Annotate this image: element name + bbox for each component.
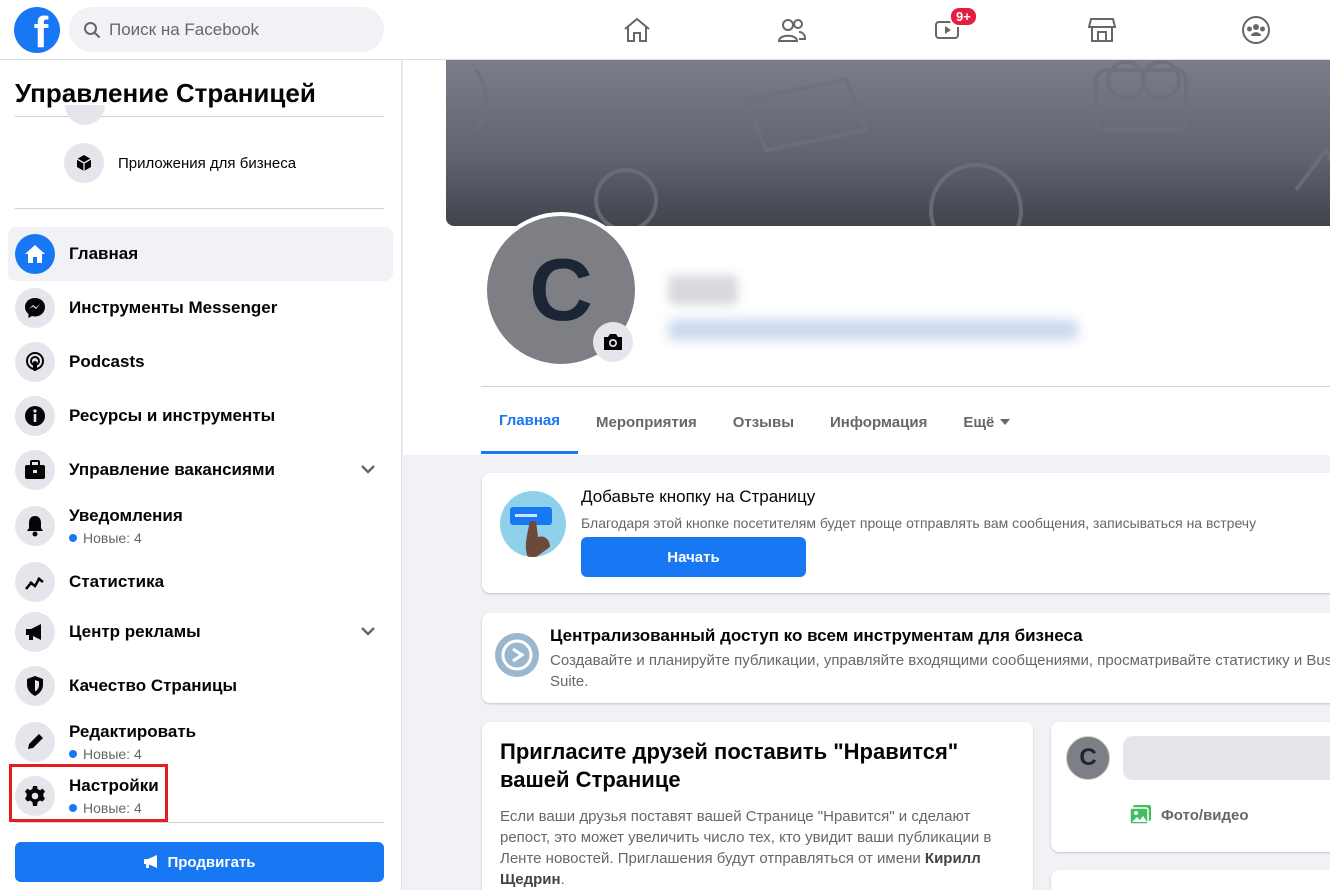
sidebar-item-messenger[interactable]: Инструменты Messenger <box>8 281 393 335</box>
search-icon <box>84 21 100 38</box>
cover-pattern <box>474 60 1330 257</box>
watch-icon[interactable]: 9+ <box>927 6 978 50</box>
post-input[interactable] <box>1123 736 1330 780</box>
groups-icon[interactable] <box>1236 10 1276 50</box>
page-name-blurred <box>668 275 738 305</box>
friends-icon[interactable] <box>772 10 812 50</box>
page-tabs: Главная Мероприятия Отзывы Информация Ещ… <box>481 390 1028 454</box>
chevron-down-icon[interactable] <box>361 626 375 636</box>
add-button-card: Добавьте кнопку на Страницу Благодаря эт… <box>482 473 1330 593</box>
sidebar-item-page-quality[interactable]: Качество Страницы <box>8 659 393 713</box>
sidebar-item-statistics[interactable]: Статистика <box>8 555 393 609</box>
promote-button[interactable]: Продвигать <box>15 842 384 882</box>
card-text: Создавайте и планируйте публикации, упра… <box>550 652 1330 690</box>
card-text: Благодаря этой кнопке посетителям будет … <box>581 515 1257 531</box>
divider <box>15 208 384 209</box>
megaphone-icon <box>15 612 55 652</box>
apps-for-business[interactable]: Приложения для бизнеса <box>57 143 377 183</box>
cover-photo[interactable] <box>446 60 1330 257</box>
bell-icon <box>15 506 55 546</box>
info-icon <box>15 396 55 436</box>
briefcase-icon <box>15 450 55 490</box>
sidebar-item-podcasts[interactable]: Podcasts <box>8 335 393 389</box>
home-icon[interactable] <box>617 10 657 50</box>
next-card-partial <box>1051 870 1330 890</box>
pencil-icon <box>15 722 55 762</box>
photo-icon <box>1129 805 1151 825</box>
camera-icon[interactable] <box>593 322 633 362</box>
tab-home[interactable]: Главная <box>481 390 579 454</box>
card-title: Централизованный доступ ко всем инструме… <box>550 626 1083 645</box>
search-bar[interactable] <box>69 7 384 52</box>
home-icon <box>15 234 55 274</box>
sidebar-title: Управление Страницей <box>15 78 316 108</box>
hand-pointer-illustration <box>500 491 566 557</box>
tab-reviews[interactable]: Отзывы <box>715 390 812 454</box>
page-subtitle-blurred <box>668 320 1078 340</box>
post-composer: C Фото/видео <box>1051 722 1330 852</box>
sidebar-item-ad-center[interactable]: Центр рекламы <box>8 605 393 659</box>
card-title: Пригласите друзей поставить "Нравится" в… <box>500 739 959 792</box>
sidebar-item-notifications[interactable]: Уведомления Новые: 4 <box>8 497 393 555</box>
invite-friends-card: Пригласите друзей поставить "Нравится" в… <box>482 722 1033 890</box>
divider <box>481 386 1330 387</box>
sidebar-item-home[interactable]: Главная <box>8 227 393 281</box>
chart-icon <box>15 562 55 602</box>
facebook-logo[interactable]: f <box>14 7 60 53</box>
avatar: C <box>1066 736 1110 780</box>
new-count: Новые: 4 <box>69 746 196 762</box>
card-text: Если ваши друзья поставят вашей Странице… <box>500 808 992 888</box>
notification-badge: 9+ <box>949 6 978 27</box>
business-suite-card[interactable]: Централизованный доступ ко всем инструме… <box>482 613 1330 703</box>
main-content: C Главная Мероприятия Отзывы Информация … <box>403 60 1330 890</box>
tab-events[interactable]: Мероприятия <box>578 390 715 454</box>
top-bar: f 9+ <box>0 0 1330 60</box>
chevron-down-icon[interactable] <box>361 464 375 474</box>
messenger-icon <box>15 288 55 328</box>
podcasts-icon <box>15 342 55 382</box>
start-button[interactable]: Начать <box>581 537 806 577</box>
megaphone-icon <box>144 855 158 868</box>
apps-icon-partial <box>65 105 105 125</box>
card-title: Добавьте кнопку на Страницу <box>581 487 816 506</box>
marketplace-icon[interactable] <box>1082 10 1122 50</box>
divider <box>15 822 384 823</box>
page-header: C Главная Мероприятия Отзывы Информация … <box>403 60 1330 455</box>
sidebar-item-edit[interactable]: Редактировать Новые: 4 <box>8 713 393 771</box>
photo-video-button[interactable]: Фото/видео <box>1129 804 1249 826</box>
cube-icon <box>64 143 104 183</box>
new-count: Новые: 4 <box>69 530 183 546</box>
caret-down-icon <box>1000 419 1011 425</box>
settings-highlight-box <box>9 764 168 822</box>
business-suite-icon <box>495 633 539 677</box>
tab-info[interactable]: Информация <box>812 390 945 454</box>
search-input[interactable] <box>109 19 349 40</box>
shield-icon <box>15 666 55 706</box>
sidebar-item-jobs[interactable]: Управление вакансиями <box>8 443 393 497</box>
sidebar-item-resources[interactable]: Ресурсы и инструменты <box>8 389 393 443</box>
tab-more[interactable]: Ещё <box>945 390 1028 454</box>
